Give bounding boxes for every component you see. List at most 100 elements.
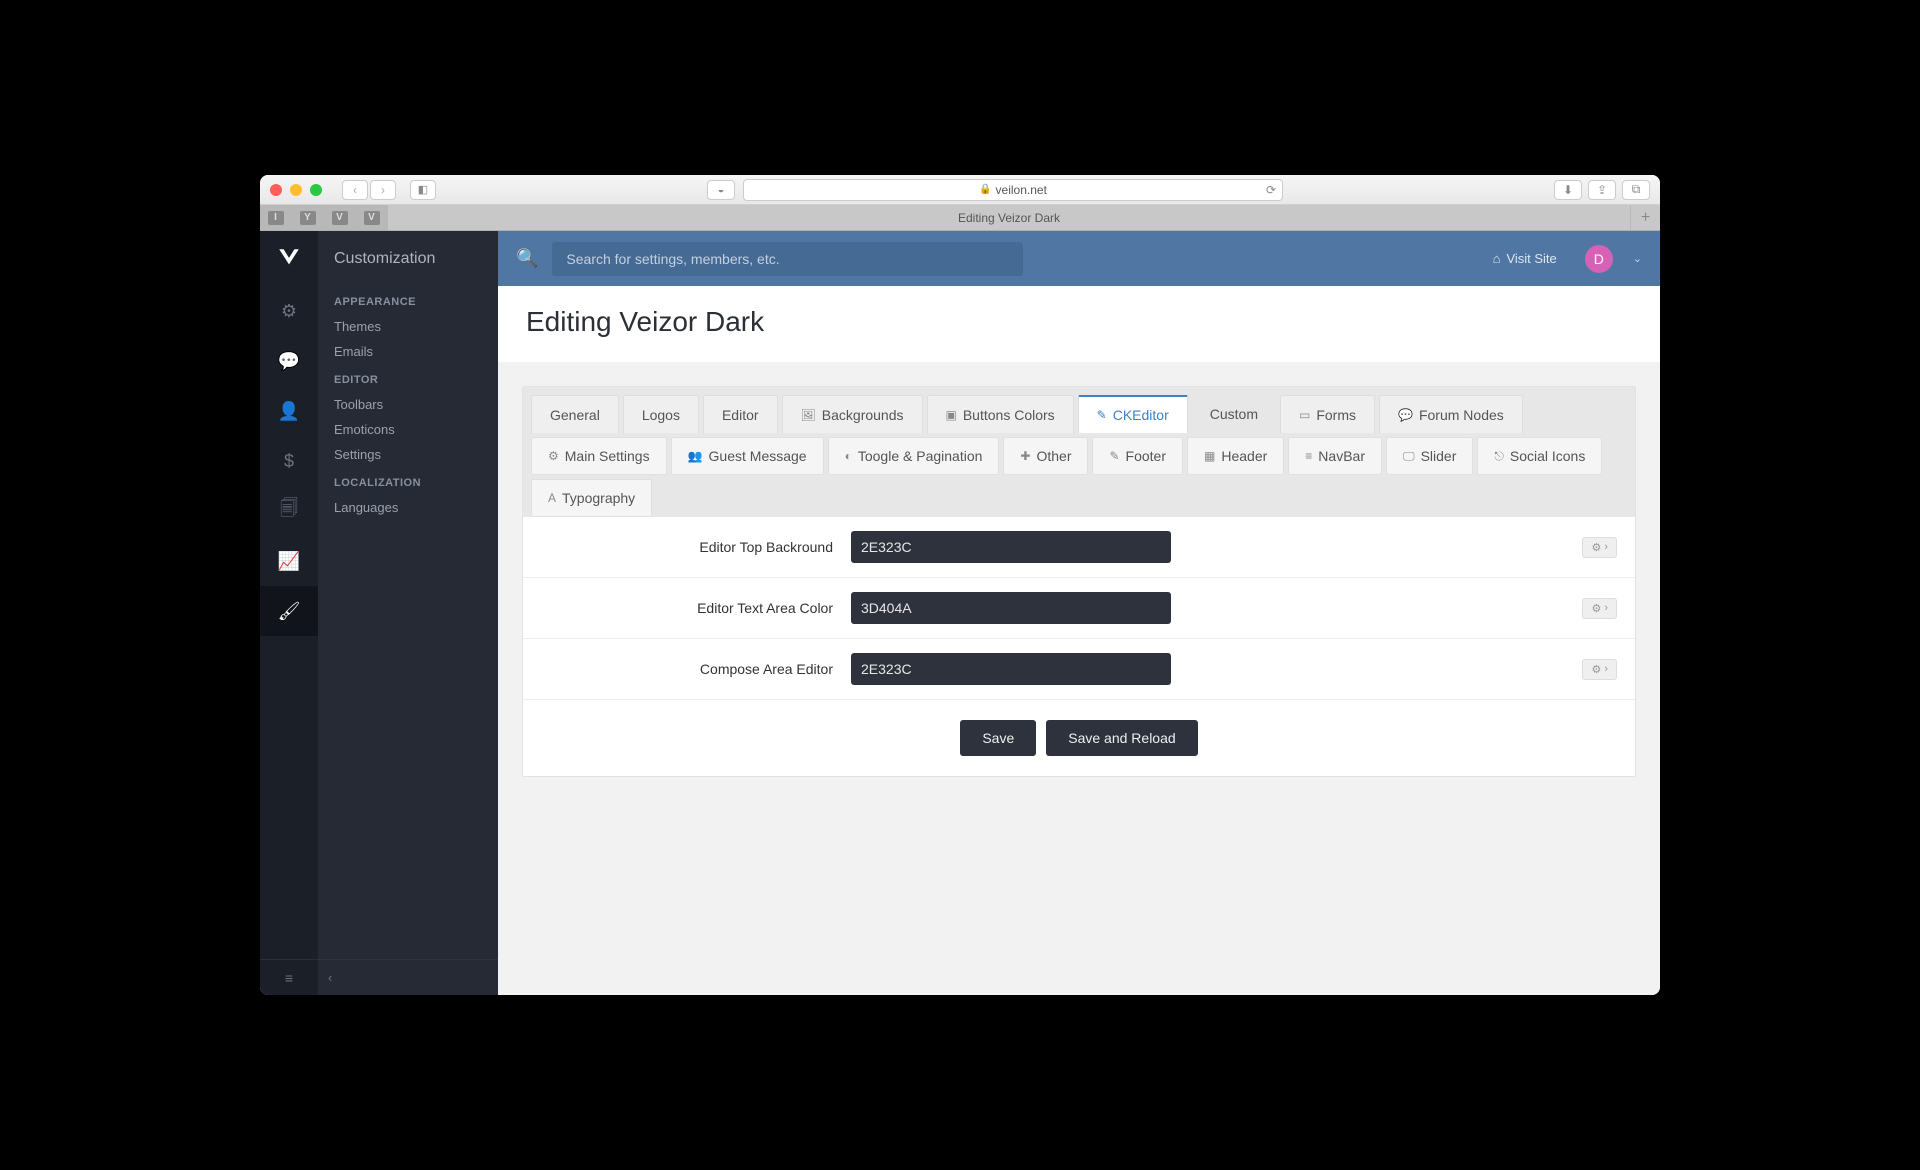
- subtab-main-settings[interactable]: ⚙Main Settings: [531, 437, 667, 475]
- field-compose-area-editor: Compose Area Editor ⚙›: [523, 639, 1635, 700]
- primary-tabs: General Logos Editor 🖼Backgrounds ▣Butto…: [523, 387, 1635, 433]
- rail-commerce-icon[interactable]: $: [260, 436, 318, 486]
- chevron-down-icon[interactable]: ⌄: [1633, 252, 1642, 265]
- square-icon: ▣: [946, 408, 957, 422]
- privacy-shield-button[interactable]: ◒: [707, 180, 735, 200]
- chevron-right-icon: ›: [1604, 541, 1608, 553]
- field-options-button[interactable]: ⚙›: [1582, 537, 1617, 558]
- url-field[interactable]: 🔒 veilon.net ⟳: [743, 179, 1283, 201]
- side-section-localization: LOCALIZATION: [318, 467, 498, 495]
- field-editor-text-area-color: Editor Text Area Color ⚙›: [523, 578, 1635, 639]
- search-input[interactable]: [552, 242, 1022, 276]
- plus-icon: ✚: [1020, 449, 1030, 463]
- tab-logos[interactable]: Logos: [623, 395, 699, 433]
- subtab-slider[interactable]: 🖵Slider: [1386, 437, 1473, 475]
- subtab-other[interactable]: ✚Other: [1003, 437, 1088, 475]
- comments-icon: 💬: [1398, 408, 1413, 422]
- side-collapse-button[interactable]: ‹: [318, 959, 498, 995]
- minimize-window-button[interactable]: [290, 184, 302, 196]
- maximize-window-button[interactable]: [310, 184, 322, 196]
- field-input[interactable]: [851, 531, 1171, 563]
- content: General Logos Editor 🖼Backgrounds ▣Butto…: [498, 362, 1660, 995]
- chevron-right-icon: ›: [1604, 602, 1608, 614]
- subtab-typography[interactable]: ATypography: [531, 479, 652, 517]
- tab-custom[interactable]: Custom: [1192, 395, 1276, 433]
- search-icon: 🔍: [516, 248, 538, 269]
- rail-stats-icon[interactable]: 📈: [260, 536, 318, 586]
- card-icon: ▭: [1299, 408, 1310, 422]
- side-link-settings[interactable]: Settings: [318, 442, 498, 467]
- rail-chat-icon[interactable]: 💬: [260, 336, 318, 386]
- tab-forum-nodes[interactable]: 💬Forum Nodes: [1379, 395, 1523, 433]
- icon-rail: ⚙ 💬 👤 $ 🗐 📈 🖌 ≡: [260, 231, 318, 995]
- side-link-toolbars[interactable]: Toolbars: [318, 392, 498, 417]
- form-actions: Save Save and Reload: [523, 700, 1635, 776]
- share-icon: ⎋: [1494, 449, 1504, 464]
- side-section-appearance: APPEARANCE: [318, 286, 498, 314]
- topbar: 🔍 ⌂ Visit Site D ⌄: [498, 231, 1660, 286]
- chevron-right-icon: ›: [1604, 663, 1608, 675]
- tab-forms[interactable]: ▭Forms: [1280, 395, 1375, 433]
- forward-button[interactable]: ›: [370, 180, 396, 200]
- font-icon: A: [548, 491, 556, 505]
- home-icon: ⌂: [1493, 251, 1501, 266]
- gear-icon: ⚙: [1591, 602, 1601, 615]
- lock-icon: 🔒: [979, 184, 991, 195]
- visit-site-label: Visit Site: [1506, 251, 1556, 266]
- side-link-themes[interactable]: Themes: [318, 314, 498, 339]
- sidebar-toggle-button[interactable]: ◧: [410, 180, 436, 200]
- app-root: ⚙ 💬 👤 $ 🗐 📈 🖌 ≡ Customization APPEARANCE…: [260, 231, 1660, 995]
- field-options-button[interactable]: ⚙›: [1582, 598, 1617, 619]
- downloads-button[interactable]: ⬇: [1554, 180, 1582, 200]
- reload-icon[interactable]: ⟳: [1266, 183, 1276, 197]
- visit-site-link[interactable]: ⌂ Visit Site: [1493, 251, 1557, 266]
- toggle-icon: ◐: [845, 449, 852, 463]
- save-reload-button[interactable]: Save and Reload: [1046, 720, 1197, 756]
- field-options-button[interactable]: ⚙›: [1582, 659, 1617, 680]
- side-link-languages[interactable]: Languages: [318, 495, 498, 520]
- tabs-overview-button[interactable]: ⧉: [1622, 180, 1650, 200]
- tab-backgrounds[interactable]: 🖼Backgrounds: [782, 395, 923, 433]
- side-panel: Customization APPEARANCE Themes Emails E…: [318, 231, 498, 995]
- new-tab-button[interactable]: +: [1630, 205, 1660, 230]
- pinned-tab[interactable]: V: [356, 205, 388, 230]
- subtab-footer[interactable]: ✎Footer: [1092, 437, 1183, 475]
- subtab-header[interactable]: ▦Header: [1187, 437, 1284, 475]
- subtab-guest-message[interactable]: 👥Guest Message: [671, 437, 824, 475]
- tab-general[interactable]: General: [531, 395, 619, 433]
- field-input[interactable]: [851, 653, 1171, 685]
- form-area: Editor Top Backround ⚙› Editor Text Area…: [523, 517, 1635, 776]
- close-window-button[interactable]: [270, 184, 282, 196]
- settings-card: General Logos Editor 🖼Backgrounds ▣Butto…: [522, 386, 1636, 777]
- users-icon: 👥: [688, 449, 703, 463]
- tab-editor[interactable]: Editor: [703, 395, 778, 433]
- pinned-tab[interactable]: Y: [292, 205, 324, 230]
- subtab-navbar[interactable]: ≡NavBar: [1288, 437, 1382, 475]
- titlebar: ‹ › ◧ ◒ 🔒 veilon.net ⟳ ⬇ ⇪ ⧉: [260, 175, 1660, 205]
- gear-icon: ⚙: [1591, 541, 1601, 554]
- rail-customization-icon[interactable]: 🖌: [260, 586, 318, 636]
- side-link-emoticons[interactable]: Emoticons: [318, 417, 498, 442]
- field-input[interactable]: [851, 592, 1171, 624]
- back-button[interactable]: ‹: [342, 180, 368, 200]
- rail-pages-icon[interactable]: 🗐: [260, 486, 318, 536]
- rail-menu-icon[interactable]: ≡: [260, 959, 318, 995]
- tab-ckeditor[interactable]: ✎CKEditor: [1078, 395, 1188, 433]
- pinned-tab[interactable]: V: [324, 205, 356, 230]
- save-button[interactable]: Save: [960, 720, 1036, 756]
- pinned-tab[interactable]: I: [260, 205, 292, 230]
- tab-buttons-colors[interactable]: ▣Buttons Colors: [927, 395, 1074, 433]
- field-label: Editor Top Backround: [541, 539, 851, 555]
- active-tab-title[interactable]: Editing Veizor Dark: [388, 205, 1630, 230]
- edit-icon: ✎: [1097, 408, 1107, 422]
- field-editor-top-background: Editor Top Backround ⚙›: [523, 517, 1635, 578]
- rail-user-icon[interactable]: 👤: [260, 386, 318, 436]
- user-avatar[interactable]: D: [1585, 245, 1613, 273]
- app-logo[interactable]: [260, 231, 318, 286]
- share-button[interactable]: ⇪: [1588, 180, 1616, 200]
- side-link-emails[interactable]: Emails: [318, 339, 498, 364]
- subtab-toggle-pagination[interactable]: ◐Toogle & Pagination: [828, 437, 1000, 475]
- subtab-social-icons[interactable]: ⎋Social Icons: [1477, 437, 1602, 475]
- monitor-icon: 🖵: [1403, 449, 1415, 464]
- rail-settings-icon[interactable]: ⚙: [260, 286, 318, 336]
